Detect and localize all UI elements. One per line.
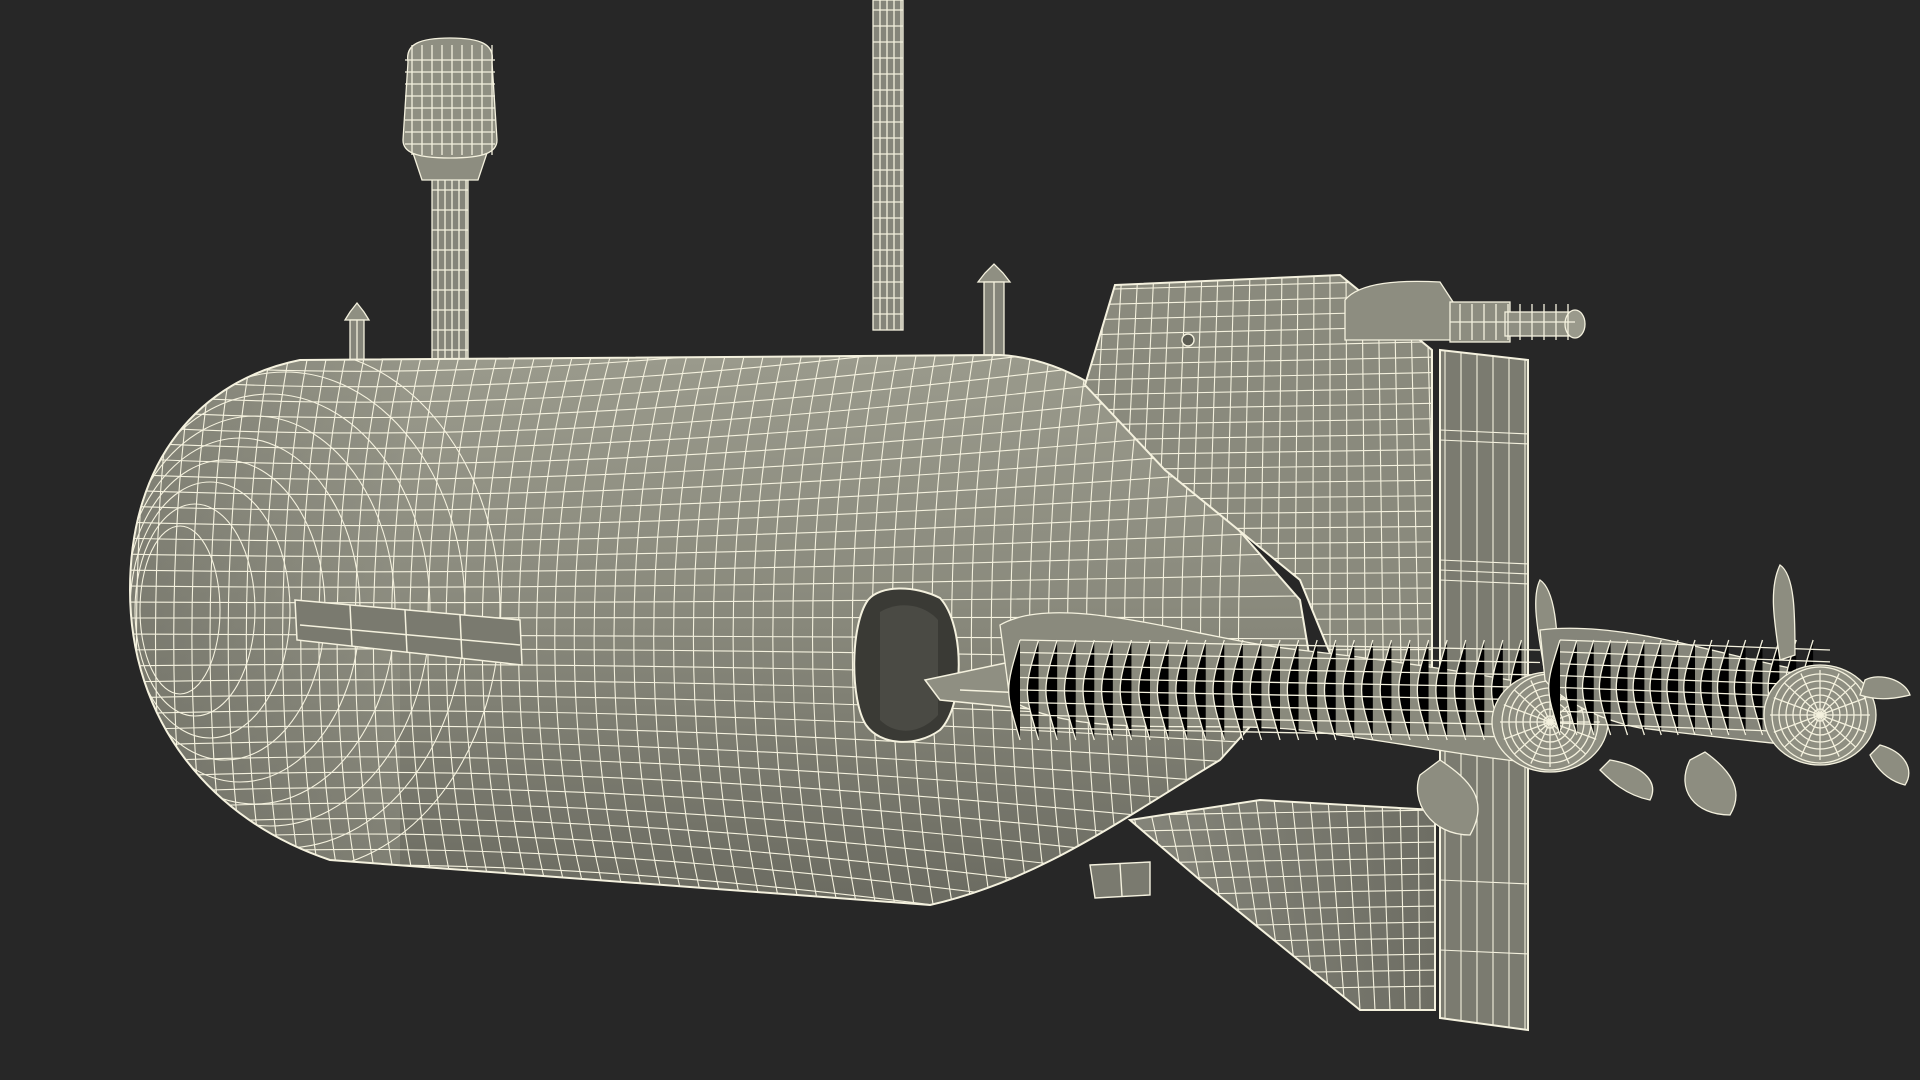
render-viewport [0, 0, 1920, 1080]
tube-opening [853, 587, 960, 743]
wireframe-submarine [129, 0, 1911, 1032]
keel-box [1089, 861, 1151, 899]
propeller-blade-icon [1684, 751, 1737, 816]
propulsion-pod-right [1539, 564, 1911, 816]
lower-tail-fin [1127, 798, 1436, 1011]
mast-group [343, 0, 1012, 363]
deck-gun [1344, 280, 1586, 343]
fin-porthole-icon [1181, 333, 1195, 347]
